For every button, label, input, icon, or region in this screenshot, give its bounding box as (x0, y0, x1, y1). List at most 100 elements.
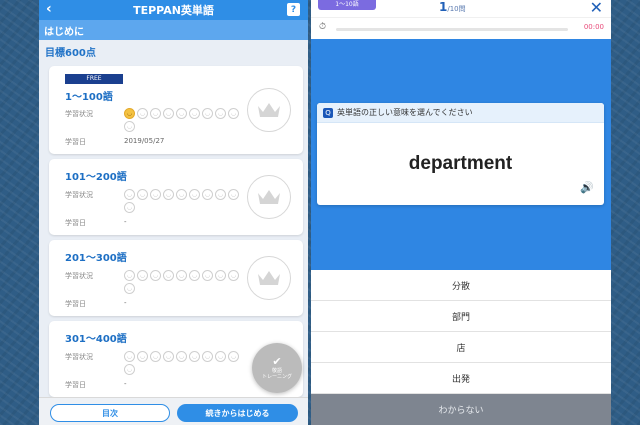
progress-dot: ◡ (176, 351, 187, 362)
progress-dot: ◡ (189, 108, 200, 119)
progress-dot: ◡ (202, 108, 213, 119)
status-label: 学習状況 (65, 110, 93, 118)
progress-dot: ◡ (124, 270, 135, 281)
range-badge: 1〜10語 (318, 0, 376, 10)
progress-dot: ◡ (202, 351, 213, 362)
progress-dot: ◡ (176, 270, 187, 281)
date-label: 学習日 (65, 219, 86, 227)
card-title: 101〜200語 (65, 172, 127, 183)
progress-dot: ◡ (202, 270, 213, 281)
progress-dots: ◡ ◡ ◡ ◡ ◡ ◡ ◡ ◡ ◡ ◡ (124, 351, 244, 375)
word-range-card-2[interactable]: 101〜200語 学習状況 ◡ ◡ ◡ ◡ ◡ ◡ ◡ ◡ ◡ ◡ 学習日 - (49, 159, 303, 235)
crown-icon (247, 256, 291, 300)
progress-dot: ◡ (228, 108, 239, 119)
close-icon[interactable]: ✕ (590, 0, 603, 17)
study-date: 2019/05/27 (124, 137, 165, 145)
progress-dots: ◡ ◡ ◡ ◡ ◡ ◡ ◡ ◡ ◡ ◡ (124, 189, 244, 213)
word-range-card-3[interactable]: 201〜300語 学習状況 ◡ ◡ ◡ ◡ ◡ ◡ ◡ ◡ ◡ ◡ 学習日 - (49, 240, 303, 316)
date-label: 学習日 (65, 381, 86, 389)
crown-icon (247, 175, 291, 219)
app-title: TEPPAN英単語 (133, 4, 214, 17)
back-arrow-icon[interactable]: ‹ (46, 1, 52, 17)
progress-dot: ◡ (176, 108, 187, 119)
progress-dot: ◡ (215, 351, 226, 362)
goal-label: 目標600点 (45, 47, 96, 59)
question-word: department (408, 153, 513, 174)
card-title: 301〜400語 (65, 334, 127, 345)
status-label: 学習状況 (65, 353, 93, 361)
progress-dot: ◡ (150, 351, 161, 362)
progress-dot: ◡ (124, 121, 135, 132)
progress-dot: ◡ (163, 351, 174, 362)
app-header: ‹ TEPPAN英単語 ? (39, 0, 308, 20)
progress-dot: ◡ (189, 270, 200, 281)
free-badge: FREE (65, 74, 123, 84)
quiz-screen: 1〜10語 1/10問 ✕ ⏱ 00:00 Q 英単語の正しい意味を選んでくださ… (311, 0, 611, 425)
choice-button-4[interactable]: 出発 (311, 363, 611, 394)
progress-dot: ◡ (150, 189, 161, 200)
progress-dot: ◡ (215, 270, 226, 281)
card-title: 1〜100語 (65, 92, 113, 103)
fab-label: 敬語 トレーニング (261, 368, 292, 380)
progress-dot: ◡ (150, 108, 161, 119)
question-prompt-bar: Q 英単語の正しい意味を選んでください (317, 103, 604, 123)
progress-dot: ◡ (228, 189, 239, 200)
question-card: Q 英単語の正しい意味を選んでください department 🔊 (317, 103, 604, 205)
progress-dot: ◡ (189, 189, 200, 200)
progress-dot: ◡ (124, 108, 135, 119)
progress-dot: ◡ (163, 108, 174, 119)
quiz-header: 1〜10語 1/10問 ✕ (311, 0, 611, 17)
date-label: 学習日 (65, 138, 86, 146)
card-title: 201〜300語 (65, 253, 127, 264)
answer-choices: 分散 部門 店 出発 (311, 270, 611, 394)
progress-dot: ◡ (150, 270, 161, 281)
choice-button-1[interactable]: 分散 (311, 270, 611, 301)
progress-dot: ◡ (124, 351, 135, 362)
choice-button-3[interactable]: 店 (311, 332, 611, 363)
progress-dot: ◡ (124, 364, 135, 375)
crown-icon (247, 88, 291, 132)
timer-bar: ⏱ 00:00 (311, 17, 611, 39)
speaker-icon[interactable]: 🔊 (580, 181, 594, 194)
status-label: 学習状況 (65, 191, 93, 199)
help-icon[interactable]: ? (287, 3, 300, 16)
choice-button-2[interactable]: 部門 (311, 301, 611, 332)
progress-dot: ◡ (202, 189, 213, 200)
progress-dot: ◡ (124, 283, 135, 294)
progress-dot: ◡ (228, 270, 239, 281)
total-questions: /10問 (447, 5, 466, 13)
continue-button[interactable]: 続きからはじめる (177, 404, 298, 422)
progress-dot: ◡ (137, 270, 148, 281)
dont-know-button[interactable]: わからない (311, 394, 611, 425)
progress-dot: ◡ (124, 202, 135, 213)
date-label: 学習日 (65, 300, 86, 308)
training-fab-button[interactable]: ✔ 敬語 トレーニング (252, 343, 302, 393)
progress-dot: ◡ (215, 108, 226, 119)
study-date: - (124, 299, 127, 307)
question-icon: Q (323, 107, 333, 118)
timer-track (336, 28, 568, 31)
progress-dot: ◡ (124, 189, 135, 200)
progress-dots: ◡ ◡ ◡ ◡ ◡ ◡ ◡ ◡ ◡ ◡ (124, 270, 244, 294)
word-list-screen: ‹ TEPPAN英単語 ? はじめに 目標600点 FREE 1〜100語 学習… (39, 0, 308, 425)
progress-dot: ◡ (137, 108, 148, 119)
progress-dot: ◡ (176, 189, 187, 200)
check-icon: ✔ (272, 355, 282, 368)
progress-dot: ◡ (137, 189, 148, 200)
bottom-bar: 目次 続きからはじめる (39, 397, 308, 425)
question-prompt: 英単語の正しい意味を選んでください (337, 108, 473, 117)
progress-dots: ◡ ◡ ◡ ◡ ◡ ◡ ◡ ◡ ◡ ◡ (124, 108, 244, 132)
progress-dot: ◡ (189, 351, 200, 362)
word-range-card-1[interactable]: FREE 1〜100語 学習状況 ◡ ◡ ◡ ◡ ◡ ◡ ◡ ◡ ◡ ◡ 学習日 2019/05/… (49, 66, 303, 154)
section-title: はじめに (39, 20, 308, 40)
study-date: - (124, 218, 127, 226)
toc-button[interactable]: 目次 (50, 404, 170, 422)
progress-dot: ◡ (163, 189, 174, 200)
progress-dot: ◡ (228, 351, 239, 362)
study-date: - (124, 380, 127, 388)
progress-dot: ◡ (137, 351, 148, 362)
progress-dot: ◡ (215, 189, 226, 200)
timer-value: 00:00 (583, 23, 604, 31)
stopwatch-icon: ⏱ (319, 22, 327, 32)
status-label: 学習状況 (65, 272, 93, 280)
